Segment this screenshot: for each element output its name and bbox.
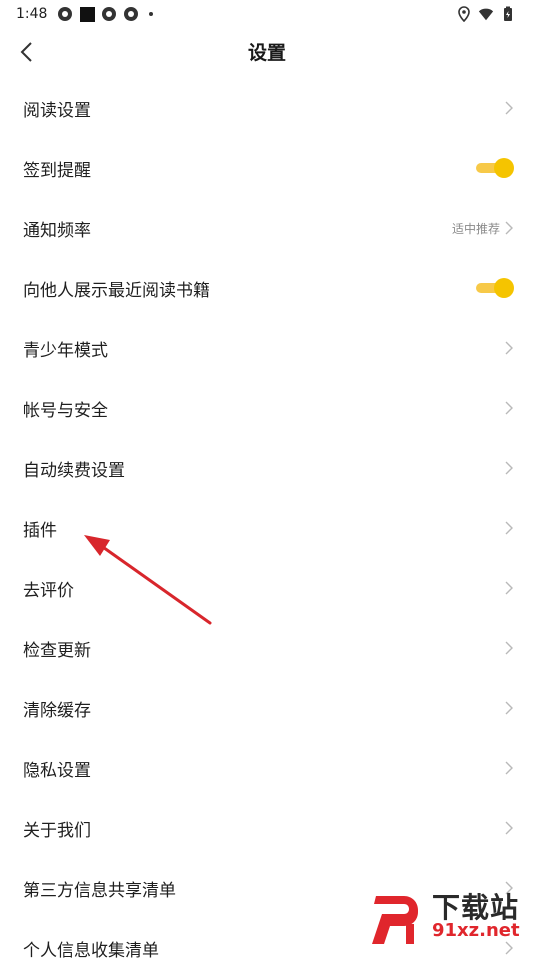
chevron-right-icon xyxy=(504,461,514,475)
setting-auto-renewal[interactable]: 自动续费设置 xyxy=(0,438,534,498)
square-icon xyxy=(79,6,95,22)
show-recent-books-toggle[interactable] xyxy=(476,278,514,298)
setting-label: 关于我们 xyxy=(23,820,91,841)
setting-label: 青少年模式 xyxy=(23,340,108,361)
checkin-reminder-toggle[interactable] xyxy=(476,158,514,178)
aperture-icon xyxy=(57,6,73,22)
settings-list: 阅读设置 签到提醒 通知频率 适中推荐 向他人展示最近阅读书籍 青少年模式 帐号… xyxy=(0,78,534,978)
setting-clear-cache[interactable]: 清除缓存 xyxy=(0,678,534,738)
status-time: 1:48 xyxy=(16,6,48,22)
setting-label: 自动续费设置 xyxy=(23,460,125,481)
page-title: 设置 xyxy=(247,42,286,64)
setting-third-party-sharing[interactable]: 第三方信息共享清单 xyxy=(0,858,534,918)
chevron-right-icon xyxy=(504,581,514,595)
chevron-right-icon xyxy=(504,761,514,775)
chevron-right-icon xyxy=(504,821,514,835)
wifi-icon xyxy=(478,6,494,22)
aperture-icon xyxy=(101,6,117,22)
status-left: 1:48 xyxy=(16,6,154,22)
setting-reading[interactable]: 阅读设置 xyxy=(0,78,534,138)
setting-label: 签到提醒 xyxy=(23,160,91,181)
status-bar: 1:48 xyxy=(0,0,534,28)
battery-icon xyxy=(500,6,516,22)
chevron-right-icon xyxy=(504,221,514,235)
notification-frequency-value: 适中推荐 xyxy=(451,221,500,236)
chevron-right-icon xyxy=(504,521,514,535)
setting-check-update[interactable]: 检查更新 xyxy=(0,618,534,678)
setting-label: 去评价 xyxy=(23,580,74,601)
setting-label: 隐私设置 xyxy=(23,760,91,781)
chevron-right-icon xyxy=(504,401,514,415)
setting-label: 清除缓存 xyxy=(23,700,91,721)
setting-label: 帐号与安全 xyxy=(23,400,108,421)
location-icon xyxy=(456,6,472,22)
setting-label: 向他人展示最近阅读书籍 xyxy=(23,280,210,301)
setting-about-us[interactable]: 关于我们 xyxy=(0,798,534,858)
status-right xyxy=(456,6,516,22)
notification-dot-icon xyxy=(149,12,154,16)
setting-notification-frequency[interactable]: 通知频率 适中推荐 xyxy=(0,198,534,258)
setting-checkin-reminder[interactable]: 签到提醒 xyxy=(0,138,534,198)
setting-label: 阅读设置 xyxy=(23,100,91,121)
chevron-right-icon xyxy=(504,641,514,655)
setting-plugins[interactable]: 插件 xyxy=(0,498,534,558)
back-arrow-icon xyxy=(20,42,32,62)
chevron-right-icon xyxy=(504,701,514,715)
setting-label: 插件 xyxy=(23,520,57,541)
setting-label: 个人信息收集清单 xyxy=(23,940,159,961)
setting-label: 检查更新 xyxy=(23,640,91,661)
setting-teen-mode[interactable]: 青少年模式 xyxy=(0,318,534,378)
setting-personal-info-collection[interactable]: 个人信息收集清单 xyxy=(0,918,534,978)
setting-account-security[interactable]: 帐号与安全 xyxy=(0,378,534,438)
setting-label: 通知频率 xyxy=(23,220,91,241)
chevron-right-icon xyxy=(504,341,514,355)
chevron-right-icon xyxy=(504,941,514,955)
aperture-icon xyxy=(123,6,139,22)
setting-show-recent-books[interactable]: 向他人展示最近阅读书籍 xyxy=(0,258,534,318)
setting-label: 第三方信息共享清单 xyxy=(23,880,176,901)
chevron-right-icon xyxy=(504,101,514,115)
setting-privacy[interactable]: 隐私设置 xyxy=(0,738,534,798)
setting-rate-app[interactable]: 去评价 xyxy=(0,558,534,618)
back-button[interactable] xyxy=(10,36,42,68)
nav-bar: 设置 xyxy=(0,28,534,76)
chevron-right-icon xyxy=(504,881,514,895)
